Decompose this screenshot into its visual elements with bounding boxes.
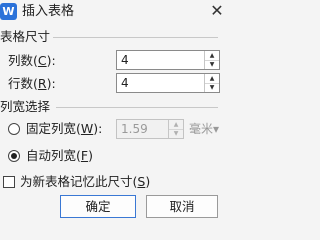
close-icon[interactable]: ✕ [203,0,231,24]
auto-width-label[interactable]: 自动列宽(F) [26,148,93,164]
group-divider [50,37,218,38]
columns-label: 列数(C): [8,53,56,68]
cancel-button[interactable]: 取消 [146,195,218,218]
unit-dropdown[interactable]: 毫米▾ [189,121,219,137]
table-size-group-label: 表格尺寸 [0,29,54,45]
fixed-width-spinbox[interactable]: 1.59 ▲ ▼ [116,119,184,139]
fixed-width-label[interactable]: 固定列宽(W): [26,121,102,137]
spin-down-icon[interactable]: ▼ [205,83,219,92]
auto-width-radio[interactable] [8,150,20,162]
wps-writer-icon: W [0,3,17,20]
rows-value[interactable]: 4 [121,75,129,91]
ok-button[interactable]: 确定 [60,195,136,218]
group-divider [56,107,218,108]
title-bar: W 插入表格 ✕ [0,0,292,26]
column-width-group-label: 列宽选择 [0,99,54,115]
dialog-title: 插入表格 [22,4,75,19]
rows-spinbox[interactable]: 4 ▲ ▼ [116,73,220,93]
columns-spinbox[interactable]: 4 ▲ ▼ [116,50,220,70]
spin-down-icon[interactable]: ▼ [205,60,219,69]
fixed-width-radio[interactable] [8,123,20,135]
radio-selected-dot [11,153,17,159]
fixed-width-value[interactable]: 1.59 [121,121,148,137]
spin-down-icon[interactable]: ▼ [169,129,183,138]
remember-size-label[interactable]: 为新表格记忆此尺寸(S) [20,174,150,190]
columns-value[interactable]: 4 [121,52,129,68]
remember-size-checkbox[interactable] [3,176,15,188]
rows-label: 行数(R): [8,76,56,91]
